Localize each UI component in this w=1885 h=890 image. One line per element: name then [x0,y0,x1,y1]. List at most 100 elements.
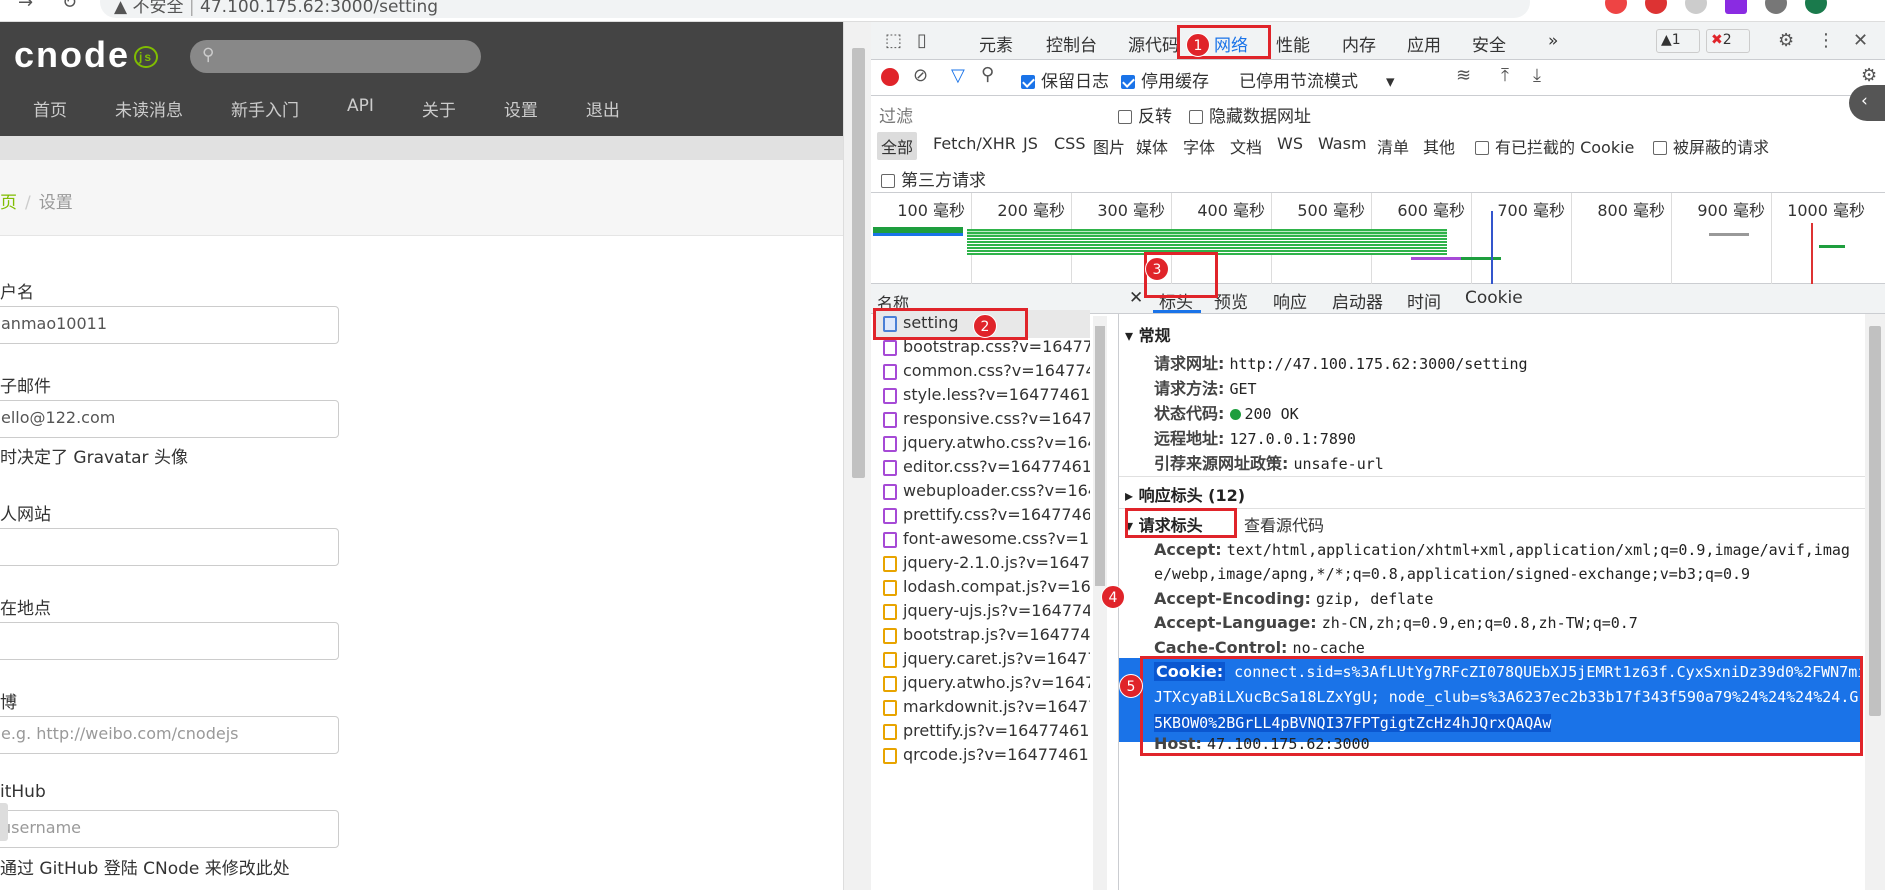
tab-elements[interactable]: 元素 [979,31,1013,56]
timeline-tick: 200 毫秒 [997,201,1065,220]
preserve-log-checkbox[interactable]: 保留日志 [1021,67,1109,92]
stylesheet-icon [883,412,897,428]
detail-scrollbar[interactable] [1865,314,1885,890]
extension-icon[interactable] [1685,0,1707,14]
throttle-select[interactable]: 已停用节流模式 ▾ [1239,67,1395,92]
reload-icon[interactable]: ↻ [62,0,77,13]
wifi-settings-icon[interactable]: ≋ [1456,65,1471,86]
request-row[interactable]: qrcode.js?v=16477461142 [875,742,1090,770]
tab-performance[interactable]: 性能 [1276,31,1310,56]
nav-settings[interactable]: 设置 [471,96,553,121]
warnings-counter[interactable]: ▲1 [1656,29,1700,53]
tab-memory[interactable]: 内存 [1342,31,1376,56]
timeline-bar [967,235,1447,255]
scrollbar-thumb[interactable] [1095,326,1105,586]
tab-timing[interactable]: 时间 [1407,288,1441,313]
third-party-checkbox[interactable]: 第三方请求 [881,166,986,191]
page-scrollbar[interactable] [843,22,871,890]
nav-api[interactable]: API [314,96,389,121]
type-js[interactable]: JS [1023,134,1038,153]
more-tabs-button[interactable]: » [1548,31,1558,51]
type-media[interactable]: 媒体 [1136,134,1168,158]
breadcrumb-home[interactable]: 页 [0,193,17,213]
search-icon[interactable]: ⚲ [981,64,994,85]
blocked-cookies-checkbox[interactable]: 有已拦截的 Cookie [1475,134,1634,158]
tab-network[interactable]: 网络 [1214,31,1248,56]
tab-sources[interactable]: 源代码 [1128,31,1179,56]
scrollbar-thumb[interactable] [1869,326,1881,716]
filter-input[interactable]: 过滤 [879,98,1109,127]
scrollbar-thumb[interactable] [852,48,865,478]
request-headers-section-header[interactable]: ▾ 请求标头 [1125,512,1203,536]
header-row-accept: Accept: text/html,application/xhtml+xml,… [1154,540,1850,559]
header-row-cookie[interactable]: Cookie: connect.sid=s%3AfLUtYg7RFcZI078Q… [1119,658,1867,742]
security-label: 不安全 [132,0,184,17]
kebab-menu-icon[interactable]: ⋮ [1817,30,1835,51]
type-doc[interactable]: 文档 [1230,134,1262,158]
nav-unread[interactable]: 未读消息 [82,96,198,121]
record-icon[interactable] [881,68,899,86]
network-timeline[interactable]: 100 毫秒 200 毫秒 300 毫秒 400 毫秒 500 毫秒 600 毫… [871,192,1885,285]
type-css[interactable]: CSS [1054,134,1085,153]
search-input[interactable]: ⚲ [190,40,481,73]
tab-cookies[interactable]: Cookie [1465,288,1523,308]
gear-icon[interactable]: ⚙ [1778,30,1794,51]
type-fetch-xhr[interactable]: Fetch/XHR [933,134,1016,153]
type-img[interactable]: 图片 [1093,134,1125,158]
response-headers-section-header[interactable]: ▸ 响应标头 (12) [1125,482,1245,506]
invert-checkbox[interactable]: 反转 [1118,102,1172,127]
type-ws[interactable]: WS [1277,134,1303,153]
github-field[interactable]: username [0,810,339,848]
blocked-requests-checkbox[interactable]: 被屏蔽的请求 [1653,134,1769,158]
email-field[interactable]: ello@122.com [0,400,339,438]
annotation-badge-4: 4 [1101,585,1125,609]
hide-data-urls-checkbox[interactable]: 隐藏数据网址 [1189,102,1311,127]
type-other[interactable]: 其他 [1423,134,1455,158]
username-field[interactable]: anmao10011 [0,306,339,344]
type-manifest[interactable]: 清单 [1377,134,1409,158]
tab-security[interactable]: 安全 [1472,31,1506,56]
cookie-value-line: connect.sid=s%3AfLUtYg7RFcZI078QUEbXJ5jE… [1234,663,1867,681]
device-toggle-icon[interactable]: ▯ [917,30,927,51]
extension-icon[interactable] [1605,0,1627,14]
tab-console[interactable]: 控制台 [1046,31,1097,56]
breadcrumb: 页 / 设置 [0,160,843,236]
general-row: 引荐来源网址政策: unsafe-url [1154,454,1384,473]
site-logo[interactable]: cnode js [14,34,159,76]
collapse-sidebar-button[interactable]: ‹ [1849,85,1885,121]
tab-initiator[interactable]: 启动器 [1332,288,1383,313]
tab-response[interactable]: 响应 [1273,288,1307,313]
opera-icon[interactable] [1645,0,1667,14]
address-bar[interactable]: ▲ 不安全 | 47.100.175.62:3000/setting [100,0,1530,18]
website-field[interactable] [0,528,339,566]
tab-application[interactable]: 应用 [1407,31,1441,56]
gear-icon[interactable]: ⚙ [1861,65,1877,86]
nav-about[interactable]: 关于 [389,96,471,121]
cookie-value-line: 5KBOW0%2BGrLL4pBVNQI37FPTgigtZcHz4hJQrxQ… [1154,714,1552,732]
type-all[interactable]: 全部 [877,132,918,160]
puzzle-icon[interactable] [1765,0,1787,14]
disable-cache-checkbox[interactable]: 停用缓存 [1121,67,1209,92]
errors-counter[interactable]: ✖2 [1706,29,1750,53]
close-icon[interactable]: ✕ [1129,288,1143,308]
location-field[interactable] [0,622,339,660]
download-icon[interactable]: ⤓ [1533,65,1541,86]
type-wasm[interactable]: Wasm [1318,134,1367,153]
inspect-icon[interactable]: ⬚ [885,30,902,51]
avatar[interactable] [1805,0,1827,14]
view-source-link[interactable]: 查看源代码 [1244,512,1324,536]
clear-icon[interactable]: ⊘ [913,65,928,86]
extension-icon[interactable] [1725,0,1747,14]
type-font[interactable]: 字体 [1183,134,1215,158]
weibo-field[interactable]: e.g. http://weibo.com/cnodejs [0,716,339,754]
close-icon[interactable]: ✕ [1853,30,1868,51]
general-section-header[interactable]: ▾ 常规 [1125,322,1171,346]
filter-icon[interactable]: ▽ [951,65,965,86]
nav-home[interactable]: 首页 [0,96,82,121]
github-button[interactable] [0,803,8,841]
nav-logout[interactable]: 退出 [553,96,635,121]
nav-getstart[interactable]: 新手入门 [198,96,314,121]
upload-icon[interactable]: ⤒ [1501,65,1509,86]
forward-icon[interactable]: → [18,0,33,13]
tab-preview[interactable]: 预览 [1214,288,1248,313]
